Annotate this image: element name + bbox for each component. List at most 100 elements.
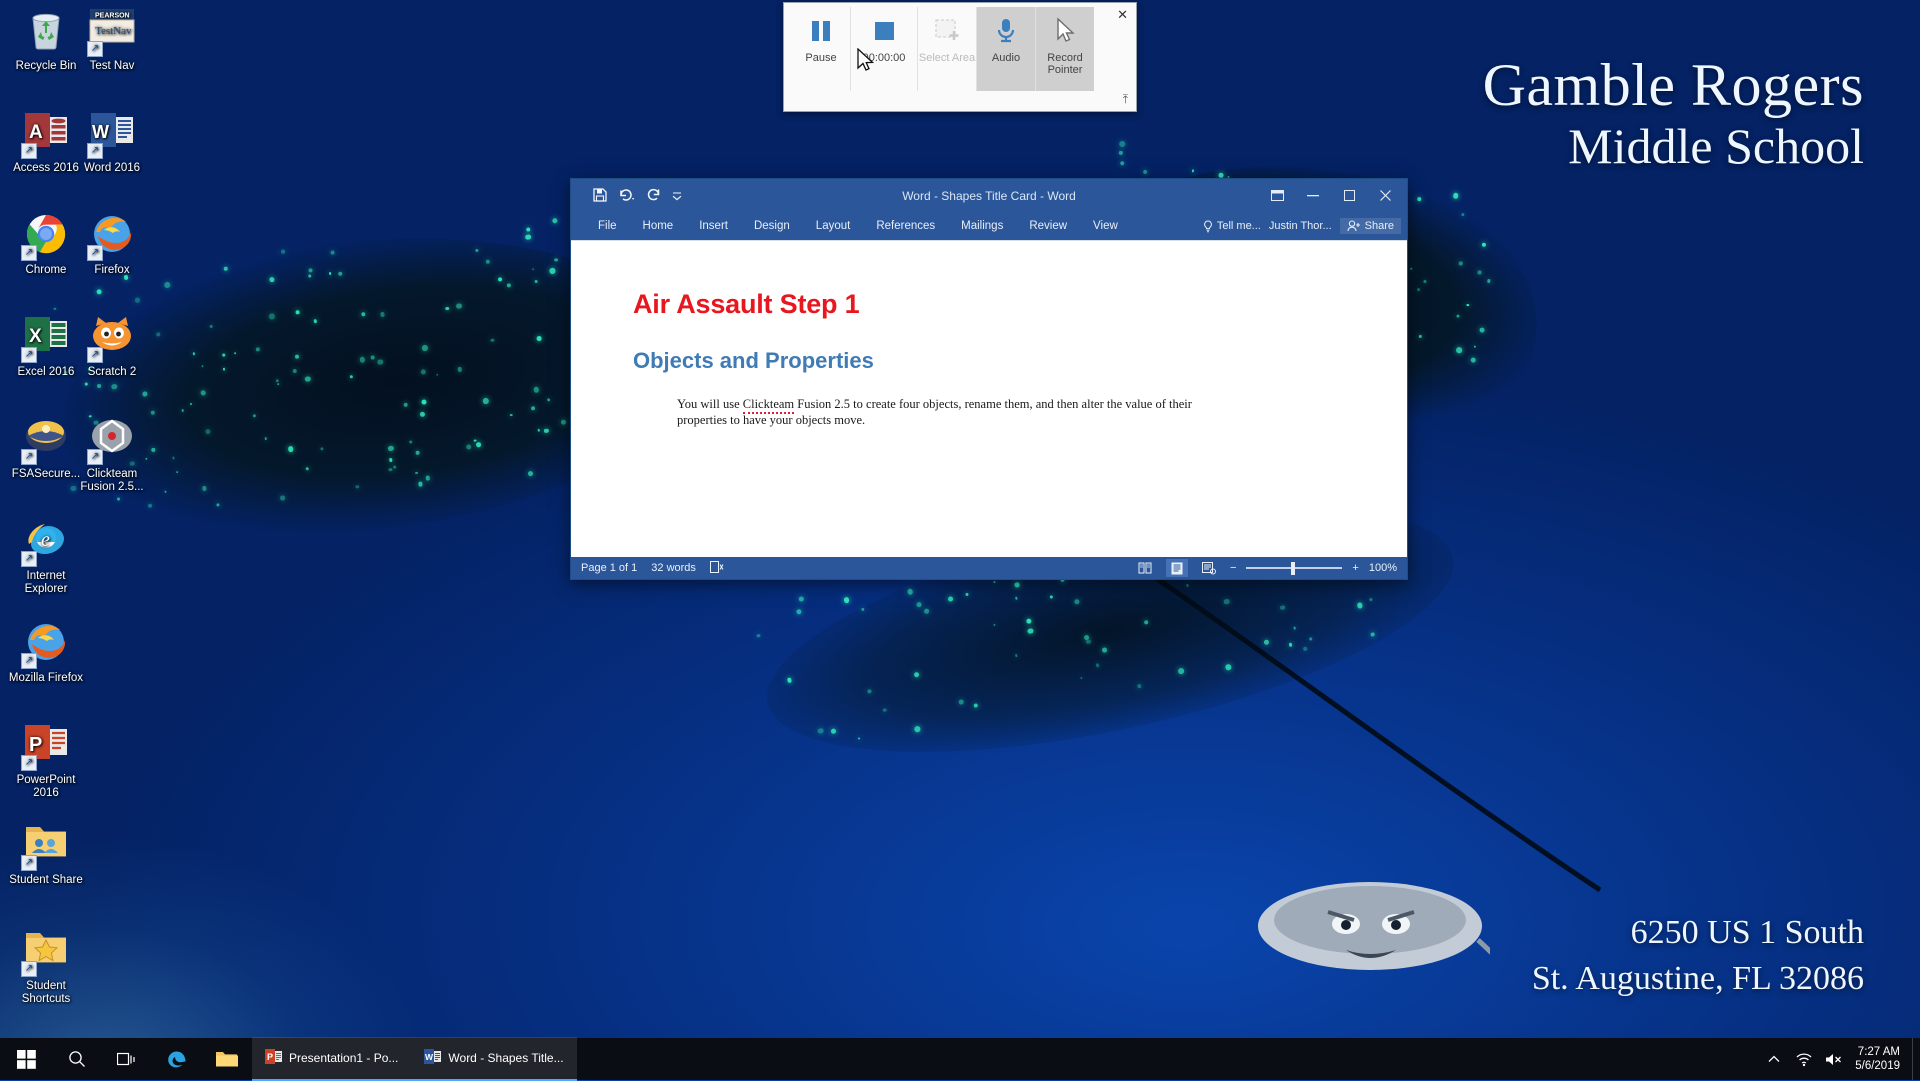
share-button[interactable]: Share	[1339, 218, 1401, 234]
quick-access-toolbar[interactable]	[571, 187, 682, 204]
desktop-icon-label: Scratch 2	[87, 366, 137, 378]
taskbar-task-word[interactable]: W Word - Shapes Title...	[411, 1037, 577, 1081]
taskbar-edge-icon[interactable]	[152, 1038, 202, 1080]
document-heading-1: Air Assault Step 1	[633, 289, 860, 319]
folder-share-icon	[21, 822, 70, 871]
word-application-window[interactable]: Word - Shapes Title Card - Word File Home…	[570, 178, 1408, 580]
word-title-bar[interactable]: Word - Shapes Title Card - Word	[571, 179, 1407, 212]
read-mode-icon[interactable]	[1134, 559, 1156, 577]
share-person-icon	[1347, 220, 1360, 232]
wallpaper-mascot-stingray	[1258, 882, 1490, 970]
desktop-icon-label: PowerPoint 2016	[16, 774, 76, 799]
zoom-out-button[interactable]: −	[1230, 562, 1236, 574]
address-line1: 6250 US 1 South	[1630, 914, 1864, 951]
desktop-icon-excel-2016[interactable]: X Excel 2016	[8, 314, 84, 379]
word-tab-mailings[interactable]: Mailings	[948, 212, 1016, 240]
word-tab-file[interactable]: File	[585, 212, 630, 240]
word-tab-view[interactable]: View	[1080, 212, 1131, 240]
desktop-icon-access-2016[interactable]: A Access 2016	[8, 110, 84, 175]
taskbar-clock[interactable]: 7:27 AM 5/6/2019	[1849, 1045, 1912, 1073]
minimize-button[interactable]	[1295, 182, 1331, 210]
word-ribbon-tabs[interactable]: File Home Insert Design Layout References Mail…	[571, 212, 1407, 240]
windows-start-icon[interactable]	[0, 1038, 52, 1080]
save-icon[interactable]	[593, 187, 607, 204]
word-page[interactable]: Air Assault Step 1 Objects and Propertie…	[571, 241, 1407, 428]
recorder-pin-button[interactable]: ⤒	[1123, 93, 1128, 105]
recorder-pause-button[interactable]: Pause	[792, 7, 851, 91]
taskbar-task-powerpoint[interactable]: P Presentation1 - Po...	[252, 1037, 412, 1081]
ribbon-right-group[interactable]: Tell me... Justin Thor... Share	[1203, 212, 1401, 240]
close-button[interactable]	[1367, 182, 1403, 210]
window-controls[interactable]	[1259, 179, 1403, 212]
search-icon[interactable]	[52, 1038, 102, 1080]
zoom-level-label[interactable]: 100%	[1369, 562, 1397, 574]
system-tray[interactable]: 7:27 AM 5/6/2019	[1759, 1038, 1920, 1080]
show-desktop-button[interactable]	[1912, 1038, 1920, 1080]
undo-icon[interactable]	[618, 188, 636, 204]
zoom-slider-handle[interactable]	[1291, 561, 1296, 575]
desktop-icon-fsasecure[interactable]: FSASecure...	[8, 416, 84, 481]
show-hidden-icons-icon[interactable]	[1759, 1038, 1789, 1080]
desktop-icon-chrome[interactable]: Chrome	[8, 212, 84, 277]
desktop-icon-student-shortcuts[interactable]: Student Shortcuts	[8, 928, 84, 1006]
network-wifi-icon[interactable]	[1789, 1038, 1819, 1080]
recorder-pause-label: Pause	[805, 52, 837, 64]
tell-me-search[interactable]: Tell me...	[1203, 219, 1261, 233]
screen-recorder-toolbar[interactable]: Pause 00:00:00 Select Area Audio Record …	[783, 2, 1137, 112]
status-page-number[interactable]: Page 1 of 1	[581, 562, 637, 574]
print-layout-icon[interactable]	[1165, 559, 1188, 577]
word-tab-review[interactable]: Review	[1016, 212, 1080, 240]
status-word-count[interactable]: 32 words	[651, 562, 696, 574]
wallpaper-school-title: Gamble Rogers Middle School	[1483, 52, 1864, 174]
testnav-icon: PEARSON TestNav	[87, 8, 136, 57]
svg-text:e: e	[41, 529, 50, 551]
shortcut-overlay-icon	[87, 245, 103, 261]
account-name[interactable]: Justin Thor...	[1269, 220, 1332, 232]
zoom-slider[interactable]	[1246, 561, 1343, 575]
paragraph-text-pre: You will use	[677, 397, 743, 411]
recorder-close-button[interactable]: ✕	[1117, 8, 1128, 21]
firefox-icon	[87, 212, 136, 261]
desktop-icon-powerpoint-2016[interactable]: P PowerPoint 2016	[8, 722, 84, 800]
word-tab-home[interactable]: Home	[630, 212, 687, 240]
customize-quick-access-toolbar-icon[interactable]	[672, 189, 682, 203]
task-view-icon[interactable]	[102, 1038, 152, 1080]
taskbar-file-explorer-icon[interactable]	[202, 1038, 252, 1080]
chrome-icon	[21, 212, 70, 261]
word-icon: W	[424, 1048, 442, 1068]
desktop-icon-mozilla-firefox[interactable]: Mozilla Firefox	[8, 620, 84, 685]
volume-muted-icon[interactable]	[1819, 1038, 1849, 1080]
taskbar-task-label: Word - Shapes Title...	[448, 1051, 564, 1065]
desktop-icon-label: Chrome	[25, 264, 67, 276]
windows-taskbar[interactable]: P Presentation1 - Po... W Word - Shapes …	[0, 1037, 1920, 1081]
word-tab-insert[interactable]: Insert	[686, 212, 741, 240]
status-right-group[interactable]: − + 100%	[1134, 559, 1397, 577]
desktop-icon-word-2016[interactable]: W Word 2016	[74, 110, 150, 175]
word-tab-references[interactable]: References	[863, 212, 948, 240]
desktop-icon-test-nav[interactable]: PEARSON TestNav Test Nav	[74, 8, 150, 73]
word-tab-layout[interactable]: Layout	[803, 212, 864, 240]
desktop-icon-label: Internet Explorer	[24, 570, 68, 595]
document-heading-2: Objects and Properties	[633, 348, 874, 373]
desktop-icon-internet-explorer[interactable]: e Internet Explorer	[8, 518, 84, 596]
desktop-icon-clickteam-fusion-2-5[interactable]: Clickteam Fusion 2.5...	[74, 416, 150, 494]
word-document-canvas[interactable]: Air Assault Step 1 Objects and Propertie…	[571, 240, 1407, 557]
web-layout-icon[interactable]	[1198, 559, 1220, 577]
desktop-icon-scratch-2[interactable]: Scratch 2	[74, 314, 150, 379]
word-tab-design[interactable]: Design	[741, 212, 803, 240]
access-icon: A	[21, 110, 70, 159]
recorder-select-area-button: Select Area	[918, 7, 977, 91]
stop-icon[interactable]	[871, 14, 897, 48]
desktop-icon-firefox[interactable]: Firefox	[74, 212, 150, 277]
maximize-button[interactable]	[1331, 182, 1367, 210]
word-status-bar[interactable]: Page 1 of 1 32 words − + 100%	[571, 557, 1407, 579]
desktop-icon-recycle-bin[interactable]: Recycle Bin	[8, 8, 84, 73]
recorder-record-pointer-button[interactable]: Record Pointer	[1036, 7, 1094, 91]
zoom-in-button[interactable]: +	[1352, 562, 1358, 574]
proofing-errors-icon[interactable]	[709, 560, 724, 576]
recorder-audio-button[interactable]: Audio	[977, 7, 1036, 91]
desktop-icon-student-share[interactable]: Student Share	[8, 822, 84, 887]
shortcut-overlay-icon	[21, 347, 37, 363]
redo-icon[interactable]	[647, 188, 661, 204]
ribbon-display-options-button[interactable]	[1259, 182, 1295, 210]
